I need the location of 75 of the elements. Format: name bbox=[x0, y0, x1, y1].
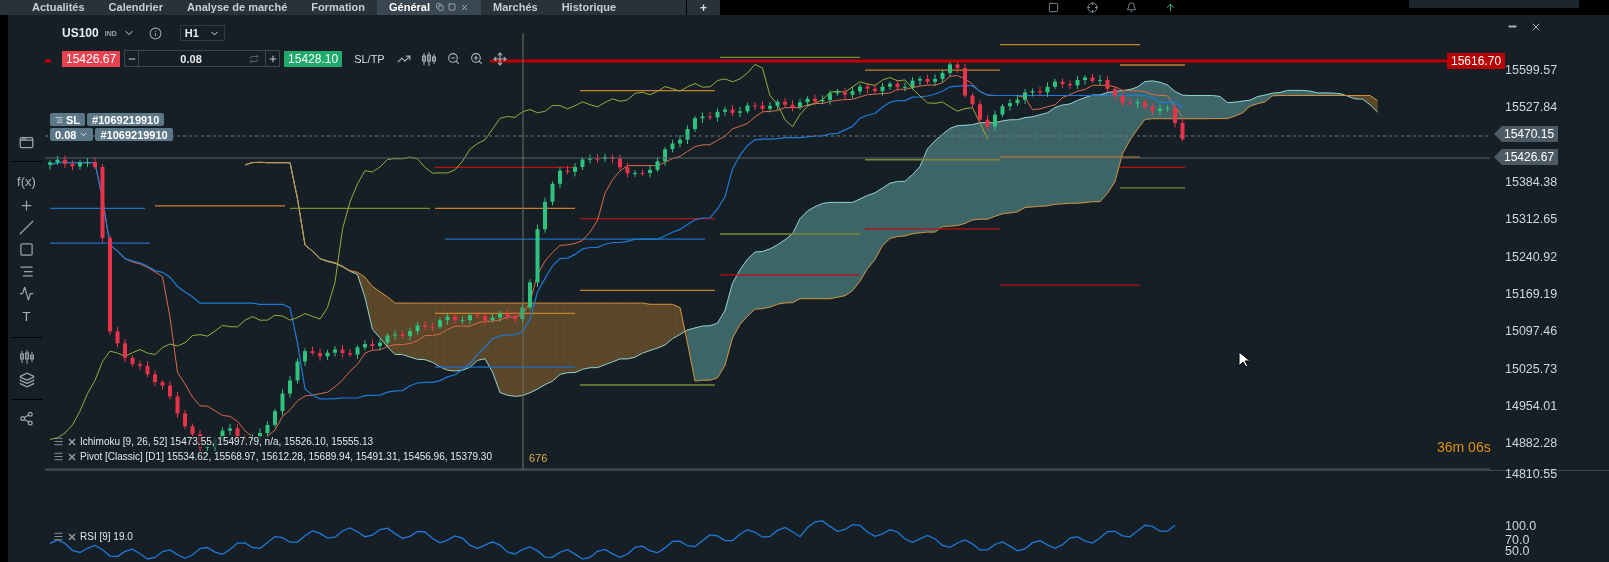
tab[interactable]: Formation bbox=[299, 0, 378, 15]
rsi-label: 100.0 bbox=[1505, 519, 1537, 533]
alert-marker bbox=[45, 59, 51, 63]
input-field[interactable] bbox=[1409, 0, 1579, 8]
price-label: 15169.19 bbox=[1505, 287, 1558, 301]
close-icon[interactable] bbox=[460, 3, 470, 12]
bar-count: 676 bbox=[529, 452, 548, 464]
cursor-icon bbox=[1238, 351, 1249, 368]
tab[interactable]: Actualités bbox=[20, 0, 97, 15]
bell-icon[interactable] bbox=[1126, 2, 1137, 13]
close-icon[interactable] bbox=[67, 451, 77, 462]
quantity-stepper[interactable]: 0.08 bbox=[124, 50, 281, 67]
line-tool-icon[interactable] bbox=[19, 220, 34, 235]
tab[interactable]: Général bbox=[377, 0, 482, 15]
list-icon[interactable] bbox=[53, 531, 64, 542]
tab[interactable]: Analyse de marché bbox=[175, 0, 300, 15]
caret-icon bbox=[79, 130, 89, 139]
arrow-up-icon[interactable] bbox=[1165, 2, 1176, 13]
price-badge: 15426.67 bbox=[1494, 149, 1559, 165]
sell-price-button[interactable]: 15426.67 bbox=[62, 50, 121, 67]
crosshair-tool-icon[interactable] bbox=[19, 198, 34, 213]
list-icon[interactable] bbox=[53, 436, 64, 447]
price-label: 15025.73 bbox=[1505, 362, 1558, 376]
symbol-name[interactable]: US100 bbox=[62, 26, 99, 40]
move-icon[interactable] bbox=[492, 51, 507, 66]
layers-icon[interactable] bbox=[18, 372, 35, 388]
price-label: 15097.46 bbox=[1505, 324, 1558, 338]
sl-tp-button[interactable]: SL/TP bbox=[346, 52, 393, 65]
list-icon[interactable] bbox=[53, 451, 64, 462]
close-icon[interactable] bbox=[67, 531, 77, 542]
detach-icon[interactable] bbox=[436, 3, 445, 11]
swap-icon[interactable] bbox=[249, 53, 260, 64]
share-icon[interactable] bbox=[19, 411, 34, 426]
tab[interactable]: Historique bbox=[549, 0, 629, 15]
price-label: 14810.55 bbox=[1505, 467, 1558, 481]
price-label: 15240.92 bbox=[1505, 250, 1558, 264]
price-label: 15527.84 bbox=[1505, 100, 1558, 114]
lines-icon bbox=[55, 115, 63, 124]
zoom-out-icon[interactable] bbox=[446, 52, 460, 65]
price-label: 15599.57 bbox=[1505, 63, 1558, 77]
stop-loss-tag[interactable]: SL bbox=[50, 113, 86, 126]
quantity-field[interactable]: 0.08 bbox=[139, 51, 244, 66]
rsi-label: 70.0 bbox=[1505, 533, 1530, 547]
zoom-in-icon[interactable] bbox=[469, 52, 483, 65]
candlestick-icon[interactable] bbox=[18, 349, 35, 365]
close-icon[interactable] bbox=[67, 436, 77, 447]
volume-tag[interactable]: 0.08 bbox=[50, 128, 94, 141]
price-badge: 15470.15 bbox=[1494, 126, 1559, 142]
price-label: 14882.28 bbox=[1505, 436, 1558, 450]
crosshair-icon[interactable] bbox=[1087, 2, 1098, 13]
plus-icon bbox=[267, 53, 278, 64]
indicator-legend: Ichimoku [9, 26, 52] 15473.55, 15497.79, n/a, 15526.10, 15555.13 bbox=[80, 436, 373, 447]
timeframe-dropdown[interactable]: H1 bbox=[179, 25, 225, 41]
window-icon[interactable] bbox=[1048, 2, 1059, 13]
rectangle-tool-icon[interactable] bbox=[19, 242, 34, 257]
indicator-legend: RSI [9] 19.0 bbox=[80, 531, 133, 542]
candlestick-icon[interactable] bbox=[420, 50, 437, 67]
price-label: 14954.01 bbox=[1505, 399, 1558, 413]
price-label: 15312.65 bbox=[1505, 212, 1558, 226]
tab[interactable]: Calendrier bbox=[96, 0, 175, 15]
candle-countdown: 36m 06s bbox=[1437, 439, 1491, 455]
wave-tool-icon[interactable] bbox=[19, 286, 34, 301]
text-tool[interactable]: T bbox=[22, 308, 31, 326]
tab[interactable]: Marchés bbox=[481, 0, 550, 15]
order-id-tag[interactable]: #1069219910 bbox=[87, 113, 165, 126]
info-icon[interactable] bbox=[148, 26, 162, 40]
order-id-tag[interactable]: #1069219910 bbox=[95, 128, 173, 141]
indicator-legend: Pivot [Classic] [D1] 15534.62, 15568.97, 15612.28, 15689.94, 15491.31, 15456.96, 15379.30 bbox=[80, 451, 492, 462]
window-icon[interactable] bbox=[19, 135, 34, 150]
alert-price-badge: 15616.70 bbox=[1447, 53, 1506, 69]
rsi-label: 50.0 bbox=[1505, 544, 1530, 558]
maximize-icon[interactable] bbox=[448, 3, 457, 11]
close-icon[interactable] bbox=[1530, 21, 1542, 33]
function-tool[interactable]: f(x) bbox=[17, 173, 36, 191]
price-label: 15384.38 bbox=[1505, 175, 1558, 189]
